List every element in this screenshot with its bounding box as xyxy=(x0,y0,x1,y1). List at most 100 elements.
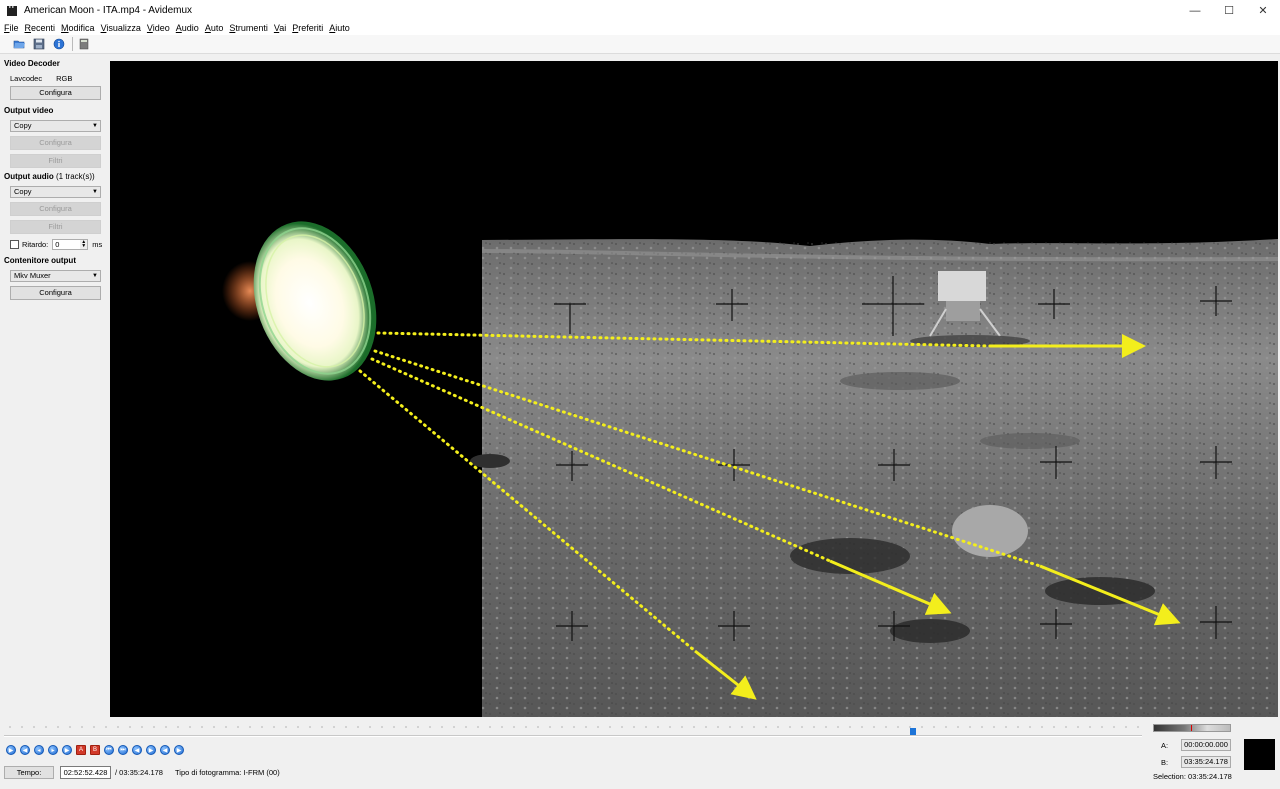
bottom-panel: ▶ ◀ ◂ ▸ ▶ A B ⏮ ⏭ ◀ ▶ ◀ ▶ Tempo: 02:52:5… xyxy=(0,718,1280,789)
audio-delay-input[interactable]: 0 ▲ ▼ xyxy=(52,238,89,250)
time-button[interactable]: Tempo: xyxy=(4,766,54,779)
goto-a-icon: ◀ xyxy=(134,747,140,754)
left-panel: Video Decoder Lavcodec RGB Configura Out… xyxy=(0,55,108,720)
menu-bar: File Recenti Modifica Visualizza Video A… xyxy=(0,21,1280,35)
menu-recent[interactable]: Recenti xyxy=(25,23,56,33)
maximize-button[interactable]: ☐ xyxy=(1212,0,1246,21)
marker-a-row: A: 00:00:00.000 xyxy=(1161,739,1231,751)
audio-delay-value: 0 xyxy=(55,239,60,249)
menu-view[interactable]: Visualizza xyxy=(101,23,141,33)
mini-preview xyxy=(1244,739,1275,770)
container-value: Mkv Muxer xyxy=(14,271,51,280)
output-audio-tracks: (1 track(s)) xyxy=(56,172,95,181)
marker-a-value: 00:00:00.000 xyxy=(1181,739,1231,751)
timeline-groove xyxy=(4,735,1142,737)
calculator-button[interactable] xyxy=(77,37,91,51)
next-black-icon: ▶ xyxy=(176,747,182,754)
forward-icon: ▶ xyxy=(64,747,70,754)
output-audio-configure-button[interactable]: Configura xyxy=(10,202,101,216)
chevron-down-icon: ▼ xyxy=(92,123,98,129)
menu-video[interactable]: Video xyxy=(147,23,170,33)
container-select[interactable]: Mkv Muxer ▼ xyxy=(10,270,101,282)
close-button[interactable]: ✕ xyxy=(1246,0,1280,21)
container-configure-button[interactable]: Configura xyxy=(10,286,101,300)
play-icon: ▶ xyxy=(8,747,14,754)
rewind-icon: ◀ xyxy=(22,747,28,754)
prev-frame-button[interactable]: ◂ xyxy=(34,745,44,755)
output-video-title: Output video xyxy=(4,106,54,115)
marker-a-icon: A xyxy=(78,747,83,753)
prev-frame-icon: ◂ xyxy=(37,747,41,754)
time-row: Tempo: 02:52:52.428 / 03:35:24.178 Tipo … xyxy=(4,766,280,779)
video-preview[interactable] xyxy=(110,61,1278,717)
marker-a-label: A: xyxy=(1161,740,1169,750)
open-file-button[interactable] xyxy=(12,37,26,51)
output-audio-title-text: Output audio xyxy=(4,172,54,181)
container-title: Contenitore output xyxy=(4,256,76,265)
marker-b-icon: B xyxy=(92,747,97,753)
next-keyframe-button[interactable]: ⏭ xyxy=(118,745,128,755)
video-decoder-title: Video Decoder xyxy=(4,59,60,68)
audio-delay-unit: ms xyxy=(92,239,103,249)
menu-audio[interactable]: Audio xyxy=(176,23,199,33)
output-video-value: Copy xyxy=(14,121,32,130)
prev-black-button[interactable]: ◀ xyxy=(160,745,170,755)
audio-delay-row: Ritardo: 0 ▲ ▼ ms xyxy=(10,238,104,250)
output-audio-filters-button[interactable]: Filtri xyxy=(10,220,101,234)
goto-a-button[interactable]: ◀ xyxy=(132,745,142,755)
video-frame xyxy=(222,221,1278,717)
timeline-handle[interactable] xyxy=(910,728,916,735)
menu-auto[interactable]: Auto xyxy=(205,23,224,33)
chevron-down-icon: ▼ xyxy=(92,189,98,195)
timeline-ticks xyxy=(4,725,1142,729)
set-marker-b-button[interactable]: B xyxy=(90,745,100,755)
toolbar xyxy=(0,35,1280,54)
minimize-button[interactable]: — xyxy=(1178,0,1212,21)
marker-b-row: B: 03:35:24.178 xyxy=(1161,756,1231,768)
menu-edit[interactable]: Modifica xyxy=(61,23,95,33)
marker-b-value: 03:35:24.178 xyxy=(1181,756,1231,768)
play-button[interactable]: ▶ xyxy=(6,745,16,755)
current-time-field[interactable]: 02:52:52.428 xyxy=(60,766,111,779)
menu-go[interactable]: Vai xyxy=(274,23,286,33)
light-source-graphic xyxy=(253,221,377,381)
output-video-select[interactable]: Copy ▼ xyxy=(10,120,101,132)
goto-b-button[interactable]: ▶ xyxy=(146,745,156,755)
playback-controls: ▶ ◀ ◂ ▸ ▶ A B ⏮ ⏭ ◀ ▶ ◀ ▶ xyxy=(6,745,188,755)
menu-file[interactable]: File xyxy=(4,23,19,33)
output-audio-select[interactable]: Copy ▼ xyxy=(10,186,101,198)
volume-meter xyxy=(1153,724,1231,732)
prev-keyframe-button[interactable]: ⏮ xyxy=(104,745,114,755)
open-icon xyxy=(13,40,25,49)
next-black-button[interactable]: ▶ xyxy=(174,745,184,755)
output-video-configure-button[interactable]: Configura xyxy=(10,136,101,150)
rewind-button[interactable]: ◀ xyxy=(20,745,30,755)
output-audio-title: Output audio (1 track(s)) xyxy=(4,172,104,182)
decoder-codec: Lavcodec xyxy=(10,73,43,83)
set-marker-a-button[interactable]: A xyxy=(76,745,86,755)
volume-marker xyxy=(1191,725,1192,731)
audio-delay-checkbox[interactable] xyxy=(10,239,19,249)
menu-favorites[interactable]: Preferiti xyxy=(292,23,323,33)
spin-arrows-icon[interactable]: ▲ ▼ xyxy=(80,239,88,249)
forward-button[interactable]: ▶ xyxy=(62,745,72,755)
timeline-slider[interactable] xyxy=(4,725,1142,741)
properties-button[interactable] xyxy=(52,37,66,51)
toolbar-separator xyxy=(72,37,73,51)
video-decoder-configure-button[interactable]: Configura xyxy=(10,86,101,100)
next-frame-button[interactable]: ▸ xyxy=(48,745,58,755)
decoder-format: RGB xyxy=(56,73,73,83)
next-frame-icon: ▸ xyxy=(51,747,55,754)
calculator-icon xyxy=(79,38,89,50)
menu-tools[interactable]: Strumenti xyxy=(229,23,268,33)
prev-keyframe-icon: ⏮ xyxy=(106,746,112,753)
audio-delay-label: Ritardo: xyxy=(22,239,49,249)
marker-b-label: B: xyxy=(1161,757,1169,767)
save-file-button[interactable] xyxy=(32,37,46,51)
avidemux-app-icon xyxy=(7,5,17,16)
selection-duration: Selection: 03:35:24.178 xyxy=(1153,772,1232,781)
output-audio-value: Copy xyxy=(14,187,32,196)
save-icon xyxy=(33,38,45,50)
output-video-filters-button[interactable]: Filtri xyxy=(10,154,101,168)
menu-help[interactable]: Aiuto xyxy=(329,23,350,33)
